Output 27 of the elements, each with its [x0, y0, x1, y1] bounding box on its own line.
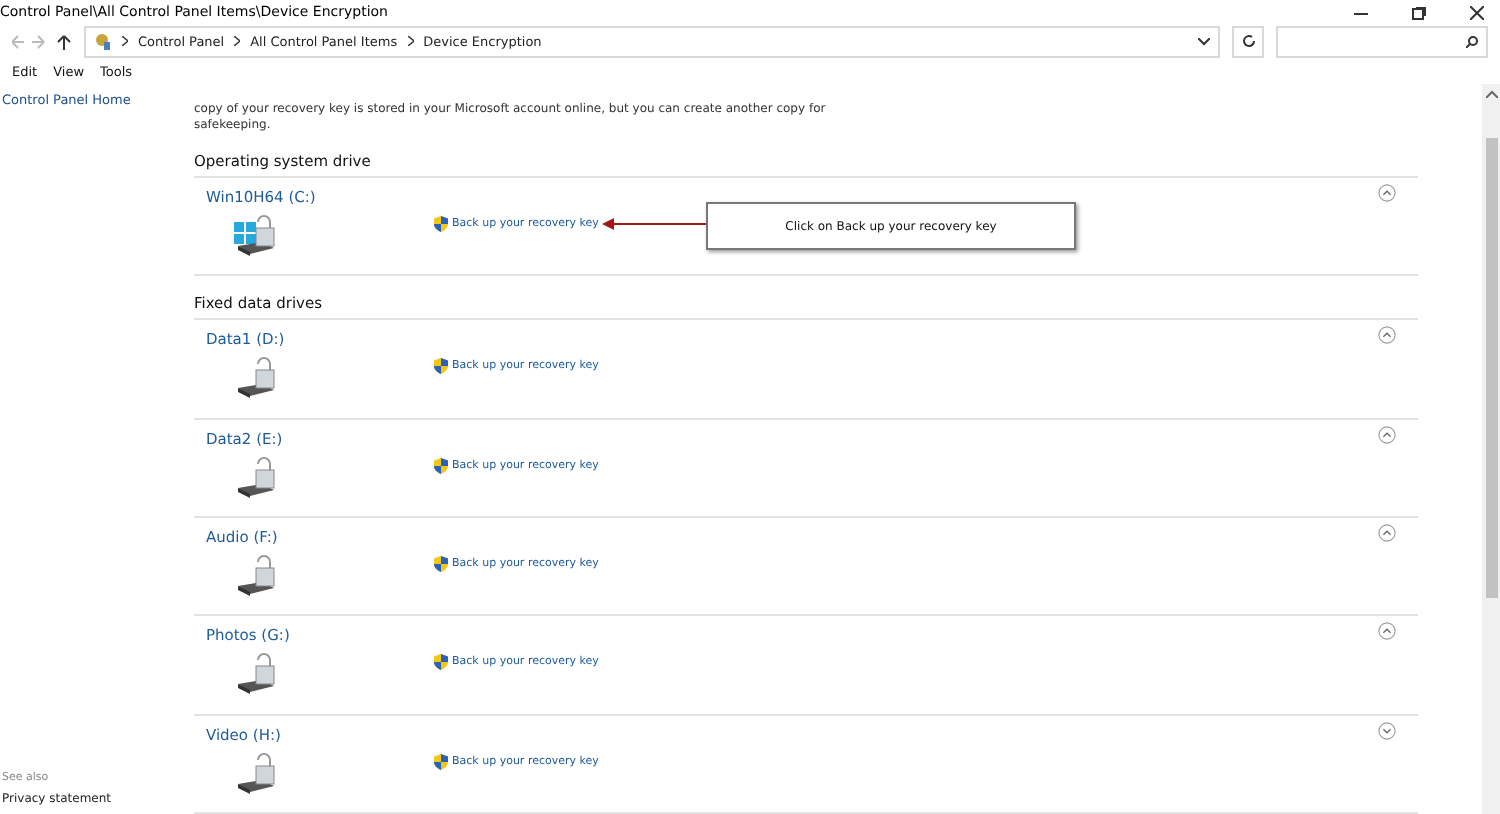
nav-arrows-icon[interactable] — [12, 33, 72, 49]
scroll-up-icon[interactable] — [1485, 90, 1497, 98]
dropdown-icon[interactable] — [1198, 37, 1210, 45]
refresh-icon — [1241, 34, 1255, 48]
shield-icon — [434, 216, 448, 232]
refresh-button[interactable] — [1232, 25, 1264, 57]
pointer-arrow — [602, 216, 706, 232]
collapse-icon[interactable] — [1378, 622, 1396, 641]
shield-icon — [434, 753, 448, 770]
shield-icon — [434, 654, 448, 671]
restore-icon[interactable] — [1412, 5, 1426, 19]
chevron-icon — [122, 36, 128, 46]
collapse-icon[interactable] — [1378, 425, 1396, 444]
expand-icon[interactable] — [1378, 721, 1396, 740]
scrollbar-thumb[interactable] — [1485, 138, 1497, 598]
shield-icon — [434, 555, 448, 572]
control-panel-icon — [94, 32, 112, 50]
collapse-icon[interactable] — [1378, 326, 1396, 345]
collapse-icon[interactable] — [1378, 523, 1396, 542]
chevron-icon — [234, 36, 241, 46]
shield-icon — [434, 457, 448, 474]
chevron-icon — [407, 36, 414, 46]
search-field[interactable] — [1276, 25, 1488, 57]
close-icon[interactable] — [1470, 5, 1484, 19]
search-icon — [1466, 35, 1478, 47]
shield-icon — [434, 358, 448, 375]
collapse-icon[interactable] — [1378, 184, 1396, 202]
